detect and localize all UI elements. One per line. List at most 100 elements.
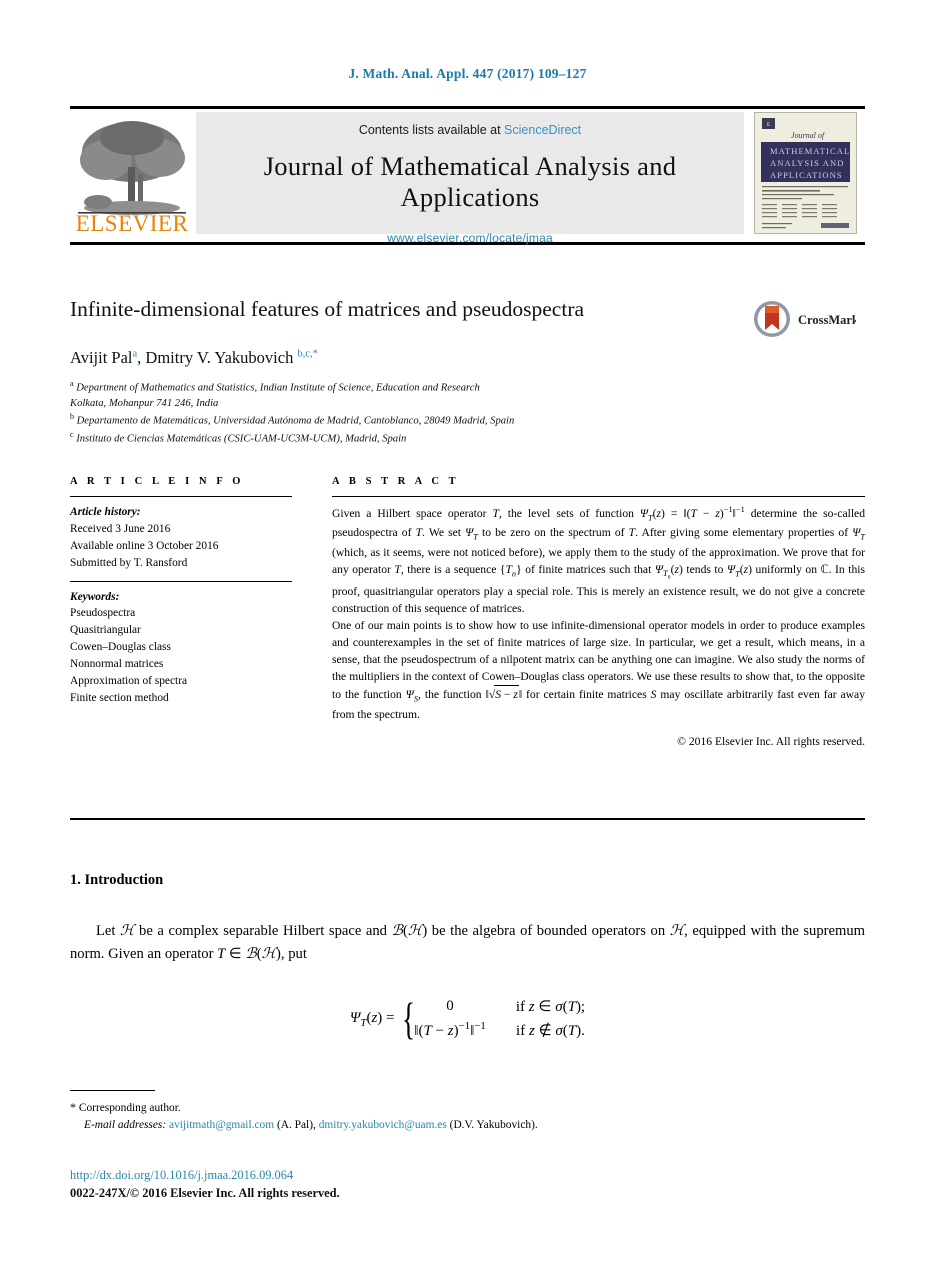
crossmark-badge[interactable]: CrossMark bbox=[752, 299, 859, 339]
abstract-copyright: © 2016 Elsevier Inc. All rights reserved… bbox=[677, 734, 865, 748]
email-label: E-mail addresses: bbox=[84, 1119, 167, 1132]
keyword-item: Finite section method bbox=[70, 691, 169, 704]
equation-cases: { 0 if z ∈ σ(T); ‖(T − z)−1‖−1 if z ∉ σ(… bbox=[398, 995, 585, 1042]
left-brace-icon: { bbox=[402, 993, 416, 1043]
footnote-rule bbox=[70, 1090, 155, 1092]
keyword-item: Nonnormal matrices bbox=[70, 658, 164, 670]
abs-seg: tends to bbox=[682, 563, 727, 577]
body-seg: be a complex separable Hilbert space and bbox=[134, 923, 392, 939]
affil-marker-c: c bbox=[70, 430, 74, 440]
journal-cover-thumbnail: E Journal of MATHEMATICAL ANALYSIS AND A… bbox=[754, 112, 857, 234]
crossmark-icon: CrossMark bbox=[754, 301, 859, 337]
abs-seg: for certain finite matrices bbox=[522, 688, 651, 702]
contents-prefix: Contents lists available at bbox=[358, 123, 501, 137]
paper-page: J. Math. Anal. Appl. 447 (2017) 109–127 … bbox=[0, 0, 935, 1266]
svg-text:ANALYSIS AND: ANALYSIS AND bbox=[770, 158, 844, 168]
affiliation-line: a Department of Mathematics and Statisti… bbox=[70, 378, 770, 396]
intro-paragraph: Let ℋ be a complex separable Hilbert spa… bbox=[70, 923, 865, 962]
abstract-paragraph-1: Given a Hilbert space operator T, the le… bbox=[332, 505, 866, 615]
affiliation-line: c Instituto de Ciencias Matemáticas (CSI… bbox=[70, 429, 770, 447]
body-seg: Let bbox=[96, 923, 121, 939]
affiliations: a Department of Mathematics and Statisti… bbox=[70, 378, 770, 447]
abs-seg: Given a Hilbert space operator bbox=[332, 506, 493, 520]
doi-link[interactable]: http://dx.doi.org/10.1016/j.jmaa.2016.09… bbox=[70, 1168, 293, 1183]
svg-text:ELSEVIER: ELSEVIER bbox=[76, 211, 188, 234]
asterisk-icon: * bbox=[70, 1100, 76, 1114]
abs-seg: uniformly on bbox=[752, 563, 821, 577]
affil-text-b: Departamento de Matemáticas, Universidad… bbox=[76, 415, 515, 427]
corresponding-author-note: * Corresponding author. bbox=[70, 1098, 790, 1117]
article-info-heading: A R T I C L E I N F O bbox=[70, 476, 245, 487]
info-divider-mid bbox=[70, 580, 292, 582]
abstract-divider bbox=[332, 496, 865, 497]
svg-text:MATHEMATICAL: MATHEMATICAL bbox=[770, 146, 850, 156]
affil-text-a2: Kolkata, Mohanpur 741 246, India bbox=[70, 397, 219, 409]
sciencedirect-link[interactable]: ScienceDirect bbox=[504, 123, 581, 137]
email-owner-1: (A. Pal), bbox=[276, 1119, 316, 1132]
abs-seg: to be zero on the spectrum of bbox=[477, 526, 629, 540]
svg-text:Journal of: Journal of bbox=[791, 131, 826, 140]
abstract-heading: A B S T R A C T bbox=[332, 476, 460, 487]
abs-seg: , there is a sequence bbox=[400, 563, 500, 577]
keyword-item: Approximation of spectra bbox=[70, 674, 188, 687]
elsevier-logo: ELSEVIER bbox=[76, 112, 188, 234]
journal-url-link[interactable]: www.elsevier.com/locate/jmaa bbox=[196, 231, 744, 245]
abstract-body: Given a Hilbert space operator T, the le… bbox=[332, 504, 865, 750]
affil-marker-b: b bbox=[70, 412, 74, 422]
keywords-block: Keywords: Pseudospectra Quasitriangular … bbox=[70, 589, 292, 707]
body-seg: , put bbox=[280, 945, 307, 962]
journal-title: Journal of Mathematical Analysis and App… bbox=[263, 151, 677, 212]
section-heading-introduction: 1. Introduction bbox=[70, 872, 164, 888]
abs-seg: . After giving some elementary propertie… bbox=[635, 526, 853, 540]
svg-text:CrossMark: CrossMark bbox=[798, 313, 856, 327]
affil-text-c: Instituto de Ciencias Matemáticas (CSIC-… bbox=[76, 433, 407, 445]
author-2-affil-marker: b,c,* bbox=[297, 348, 318, 360]
author-1-name: Avijit Pal bbox=[70, 348, 133, 367]
history-item: Received 3 June 2016 bbox=[70, 522, 171, 535]
case-1-condition: if z ∈ σ(T); bbox=[515, 999, 586, 1015]
history-item: Submitted by T. Ransford bbox=[70, 556, 188, 569]
affil-text-a: Department of Mathematics and Statistics… bbox=[76, 382, 480, 394]
article-history-label: Article history: bbox=[70, 506, 141, 518]
issn-copyright-line: 0022-247X/© 2016 Elsevier Inc. All right… bbox=[70, 1186, 340, 1200]
displayed-equation: ΨT(z) = { 0 if z ∈ σ(T); ‖(T − z)−1‖−1 i… bbox=[349, 993, 586, 1043]
cover-art-icon: E Journal of MATHEMATICAL ANALYSIS AND A… bbox=[755, 113, 856, 233]
article-history: Article history: Received 3 June 2016 Av… bbox=[70, 504, 292, 572]
abs-seg: , the level sets of function bbox=[498, 506, 640, 520]
journal-banner: Contents lists available at ScienceDirec… bbox=[196, 112, 744, 245]
abstract-column: A B S T R A C T Given a Hilbert space op… bbox=[332, 476, 865, 750]
contents-line: Contents lists available at ScienceDirec… bbox=[196, 123, 744, 137]
email-link-2[interactable]: dmitry.yakubovich@uam.es bbox=[319, 1119, 447, 1131]
svg-text:E: E bbox=[767, 123, 770, 128]
footnote-block: * Corresponding author. E-mail addresses… bbox=[70, 1098, 790, 1135]
keyword-item: Pseudospectra bbox=[70, 607, 136, 620]
article-info-column: A R T I C L E I N F O Article history: R… bbox=[70, 476, 292, 707]
case-2-value: ‖(T − z)−1‖−1 bbox=[414, 1020, 486, 1039]
author-2-name: Dmitry V. Yakubovich bbox=[145, 348, 294, 367]
abs-seg: , the function bbox=[418, 688, 486, 702]
author-list: Avijit Pala, Dmitry V. Yakubovich b,c,* bbox=[70, 348, 318, 367]
affil-marker-a: a bbox=[70, 379, 74, 388]
email-link-1[interactable]: avijitmath@gmail.com bbox=[169, 1119, 274, 1131]
abstract-paragraph-2: One of our main points is to show how to… bbox=[332, 618, 865, 721]
affiliation-line: b Departamento de Matemáticas, Universid… bbox=[70, 411, 770, 429]
email-note: E-mail addresses: avijitmath@gmail.com (… bbox=[70, 1117, 790, 1134]
abs-seg: . We set bbox=[422, 526, 466, 540]
abs-seg: of finite matrices such that bbox=[521, 563, 655, 577]
author-1-affil-marker: a bbox=[132, 348, 138, 360]
abstract-bottom-rule bbox=[70, 818, 865, 820]
keyword-item: Quasitriangular bbox=[70, 624, 141, 637]
body-seg: be the algebra of bounded operators on bbox=[427, 923, 670, 939]
corresponding-author-text: Corresponding author. bbox=[78, 1102, 181, 1114]
history-item: Available online 3 October 2016 bbox=[70, 539, 219, 552]
info-divider-top bbox=[70, 496, 292, 497]
running-head: J. Math. Anal. Appl. 447 (2017) 109–127 bbox=[348, 66, 587, 81]
affiliation-line: Kolkata, Mohanpur 741 246, India bbox=[70, 396, 770, 411]
svg-text:APPLICATIONS: APPLICATIONS bbox=[770, 170, 843, 180]
case-1-value: 0 bbox=[446, 998, 454, 1014]
elsevier-tree-icon: ELSEVIER bbox=[76, 121, 188, 234]
case-2-condition: if z ∉ σ(T). bbox=[516, 1022, 585, 1039]
keywords-label: Keywords: bbox=[70, 590, 120, 603]
masthead-top-rule bbox=[70, 106, 865, 109]
email-owner-2: (D.V. Yakubovich). bbox=[449, 1119, 538, 1132]
